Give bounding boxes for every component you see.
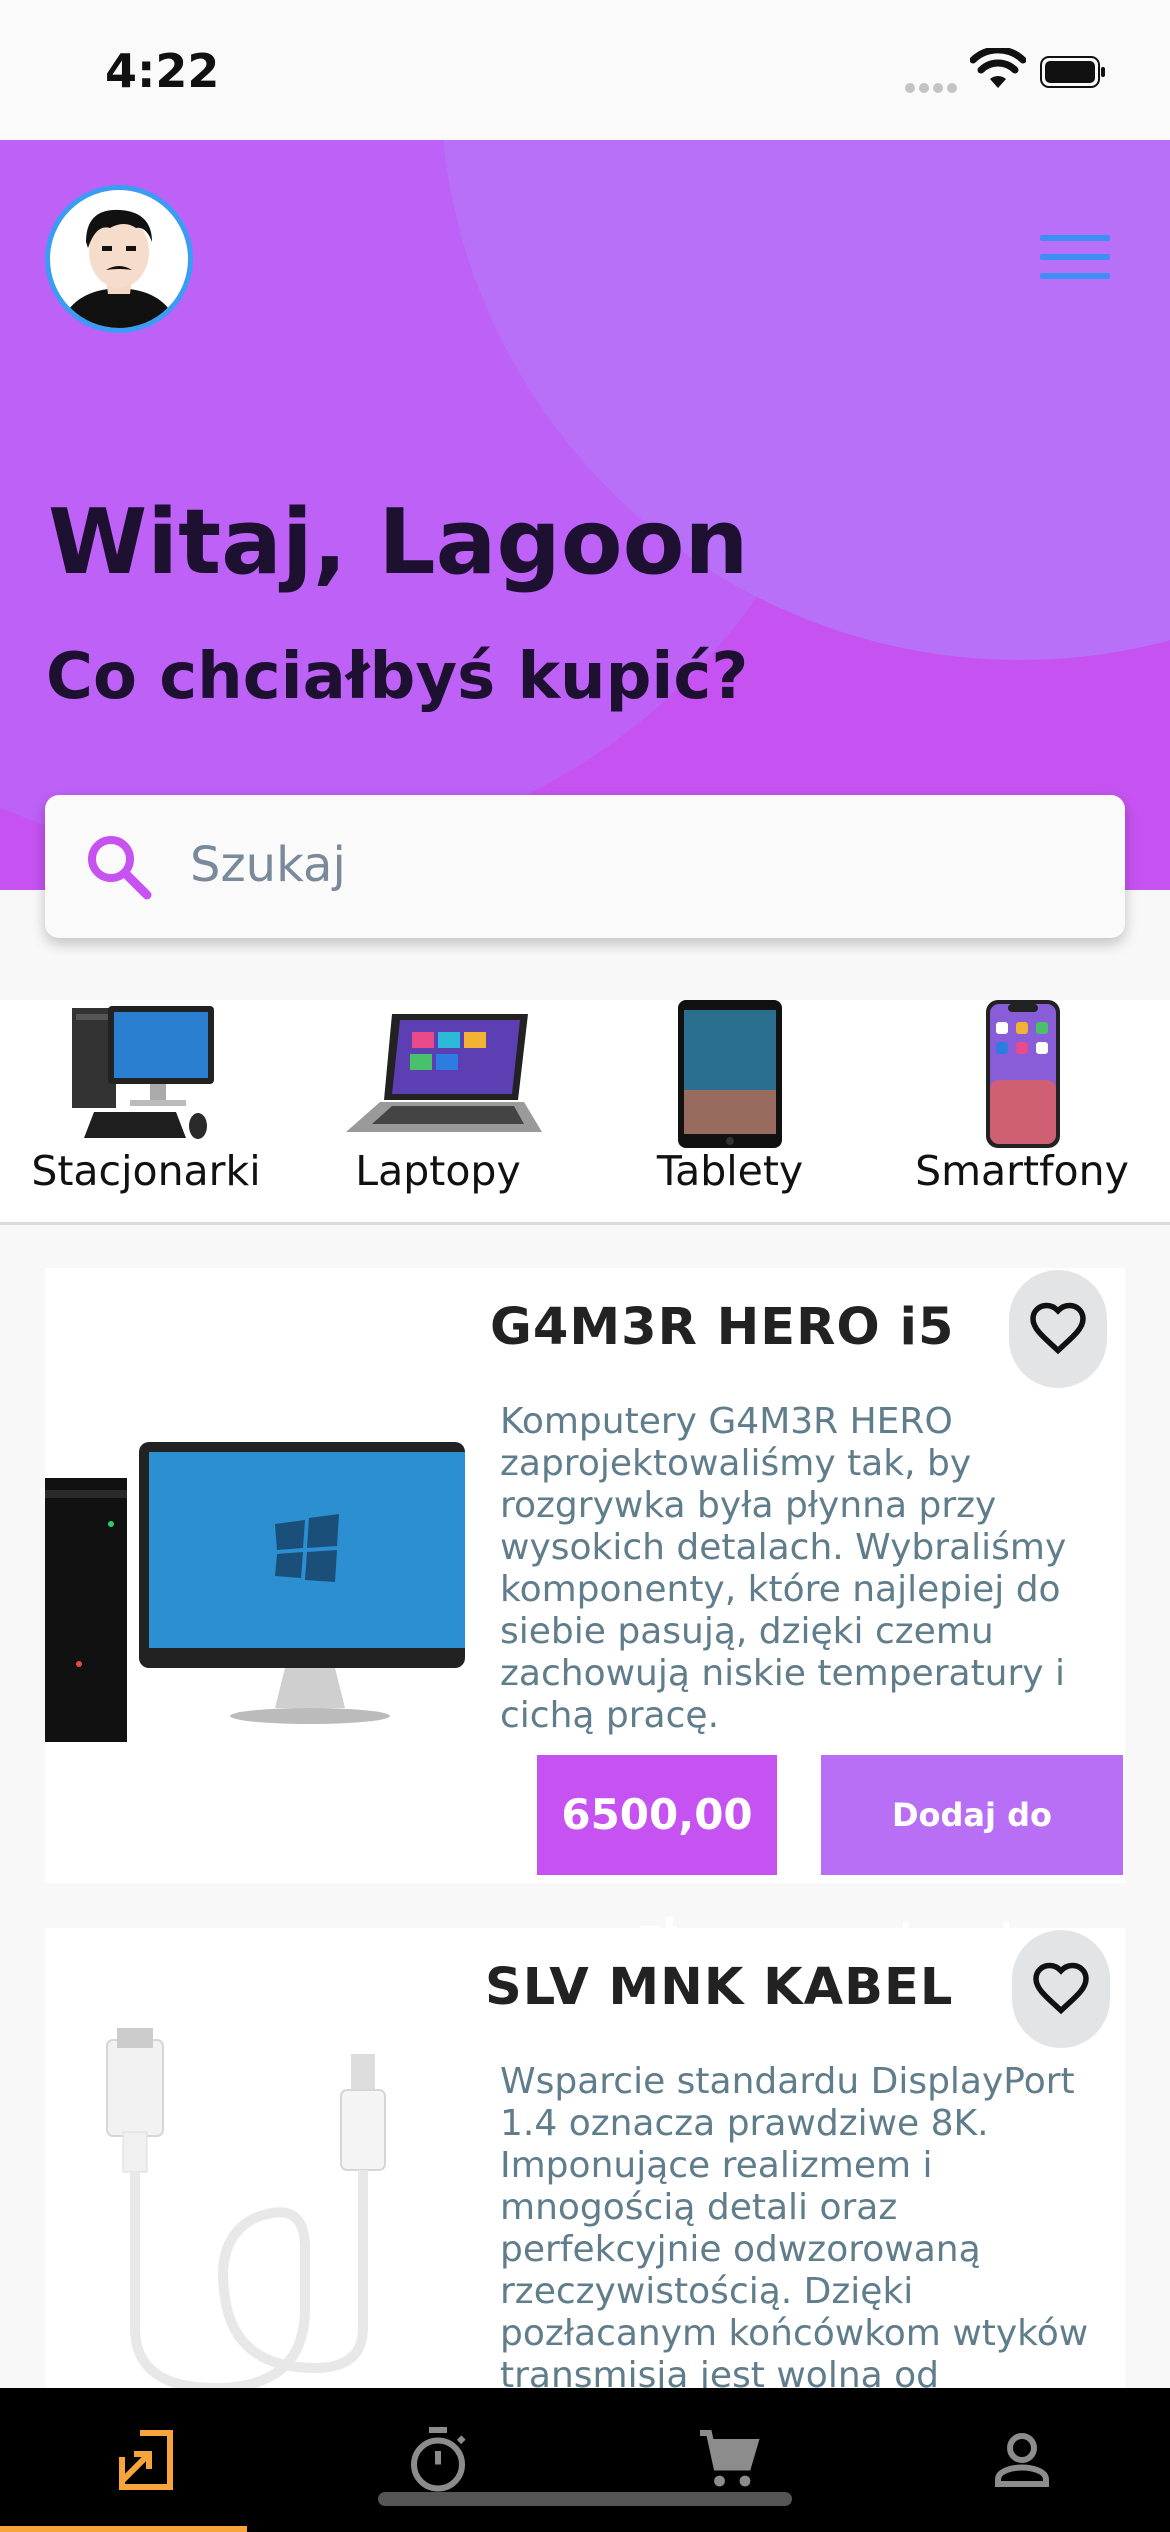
- home-indicator[interactable]: [378, 2492, 792, 2506]
- product-card[interactable]: SLV MNK KABEL Wsparcie standardu Display…: [45, 1928, 1125, 2398]
- product-title: G4M3R HERO i5: [490, 1298, 955, 1357]
- laptop-icon: [346, 1014, 542, 1132]
- tab-cart[interactable]: [584, 2388, 876, 2532]
- product-description: Komputery G4M3R HERO zaprojektowaliśmy t…: [500, 1401, 1067, 1736]
- tab-timer[interactable]: [292, 2388, 584, 2532]
- category-desktops[interactable]: Stacjonarki: [0, 1000, 292, 1222]
- user-avatar-image: [60, 209, 178, 328]
- login-icon: [119, 2430, 173, 2490]
- category-label: Stacjonarki: [31, 1147, 261, 1195]
- category-label: Smartfony: [915, 1147, 1129, 1195]
- category-bar: Stacjonarki Laptopy Tablety Smartfony: [0, 1000, 1170, 1225]
- product-price: 6500,00 zł: [537, 1755, 777, 1959]
- greeting-title: Witaj, Lagoon: [48, 490, 749, 595]
- menu-icon[interactable]: [1040, 235, 1110, 287]
- category-label: Laptopy: [355, 1147, 521, 1195]
- category-laptops[interactable]: Laptopy: [292, 1000, 584, 1222]
- search-icon: [88, 836, 152, 900]
- status-bar: 4:22: [0, 0, 1170, 140]
- status-time: 4:22: [105, 44, 220, 98]
- favorite-button[interactable]: [1012, 1930, 1110, 2048]
- product-image: [106, 2028, 386, 2394]
- heart-icon: [1033, 1962, 1089, 2015]
- wifi-icon: [970, 48, 1026, 88]
- bottom-navigation: [0, 2388, 1170, 2532]
- cart-icon: [700, 2430, 760, 2487]
- favorite-button[interactable]: [1009, 1270, 1107, 1388]
- person-icon: [995, 2433, 1049, 2487]
- signal-icon: [905, 78, 961, 93]
- category-label: Tablety: [656, 1147, 804, 1195]
- category-smartphones[interactable]: Smartfony: [876, 1000, 1168, 1222]
- tab-profile[interactable]: [876, 2388, 1168, 2532]
- tab-home[interactable]: [0, 2388, 292, 2532]
- product-description: Wsparcie standardu DisplayPort 1.4 oznac…: [500, 2061, 1089, 2398]
- smartphone-icon: [986, 1000, 1060, 1148]
- avatar[interactable]: [45, 185, 193, 333]
- active-tab-indicator: [0, 2526, 247, 2532]
- greeting-subtitle: Co chciałbyś kupić?: [46, 640, 749, 714]
- product-image: [45, 1442, 465, 1742]
- desktop-computer-icon: [72, 1006, 214, 1139]
- search-input[interactable]: Szukaj: [45, 795, 1125, 938]
- heart-icon: [1030, 1302, 1086, 1355]
- tablet-icon: [678, 1000, 782, 1148]
- timer-icon: [411, 2427, 466, 2492]
- battery-icon: [1040, 56, 1105, 88]
- add-to-cart-button[interactable]: Dodaj do koszyka: [821, 1755, 1123, 1954]
- search-placeholder: Szukaj: [190, 837, 346, 893]
- category-tablets[interactable]: Tablety: [584, 1000, 876, 1222]
- product-title: SLV MNK KABEL: [485, 1958, 954, 2017]
